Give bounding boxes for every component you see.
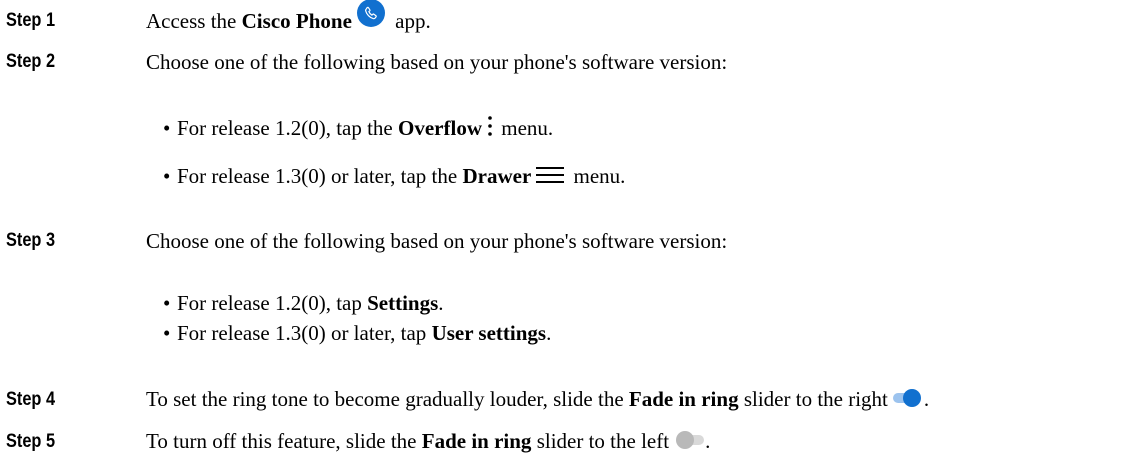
step-5-label: Step 5 <box>6 431 56 452</box>
bullet: • <box>163 116 171 140</box>
step-5-pre: To turn off this feature, slide the <box>146 429 422 453</box>
step-3-text: Choose one of the following based on you… <box>146 229 728 253</box>
kebab-menu-icon <box>486 115 494 137</box>
step-4-post: slider to the right <box>738 387 888 411</box>
step-4-pre: To set the ring tone to become gradually… <box>146 387 629 411</box>
bullet-post: . <box>438 291 444 315</box>
step-3-label: Step 3 <box>6 230 56 251</box>
step-4-bold: Fade in ring <box>628 387 739 411</box>
bullet-bold: User settings <box>431 321 547 345</box>
bullet-post: menu. <box>568 164 626 188</box>
step-3-bullet-1: • For release 1.2(0), tap Settings. <box>163 291 444 316</box>
step-4-period: . <box>923 387 930 411</box>
bullet-bold: Settings <box>367 291 439 315</box>
toggle-off-icon <box>673 429 705 451</box>
bullet: • <box>163 164 171 188</box>
phone-icon <box>356 0 385 28</box>
step-3-bullet-2: • For release 1.3(0) or later, tap User s… <box>163 321 551 346</box>
step-2-label: Step 2 <box>6 51 56 72</box>
step-5-text: To turn off this feature, slide the Fade… <box>146 429 710 454</box>
bullet-post: menu. <box>496 116 554 140</box>
step-1-text: Access the Cisco Phone app. <box>146 0 431 37</box>
step-1-label: Step 1 <box>6 10 56 31</box>
bullet-pre: For release 1.2(0), tap the <box>177 116 399 140</box>
step-4-text: To set the ring tone to become gradually… <box>146 387 929 412</box>
step-4-label: Step 4 <box>6 389 56 410</box>
step-5-bold: Fade in ring <box>421 429 532 453</box>
step-1-bold: Cisco Phone <box>241 9 352 33</box>
bullet-pre: For release 1.3(0) or later, tap the <box>177 164 463 188</box>
step-2-bullet-2: • For release 1.3(0) or later, tap the Dr… <box>163 164 625 189</box>
bullet-bold: Overflow <box>398 116 482 140</box>
step-1-pre: Access the <box>146 9 242 33</box>
bullet-post: . <box>546 321 552 345</box>
bullet: • <box>163 291 171 315</box>
bullet: • <box>163 321 171 345</box>
step-2-bullet-1: • For release 1.2(0), tap the Overflow me… <box>163 116 553 141</box>
step-5-post: slider to the left <box>531 429 670 453</box>
bullet-bold: Drawer <box>462 164 532 188</box>
toggle-on-icon <box>892 387 924 409</box>
step-5-period: . <box>705 429 711 453</box>
bullet-pre: For release 1.2(0), tap <box>177 291 368 315</box>
hamburger-menu-icon <box>535 165 565 185</box>
step-1-post: app. <box>389 9 431 33</box>
step-2-text: Choose one of the following based on you… <box>146 50 728 74</box>
bullet-pre: For release 1.3(0) or later, tap <box>177 321 432 345</box>
